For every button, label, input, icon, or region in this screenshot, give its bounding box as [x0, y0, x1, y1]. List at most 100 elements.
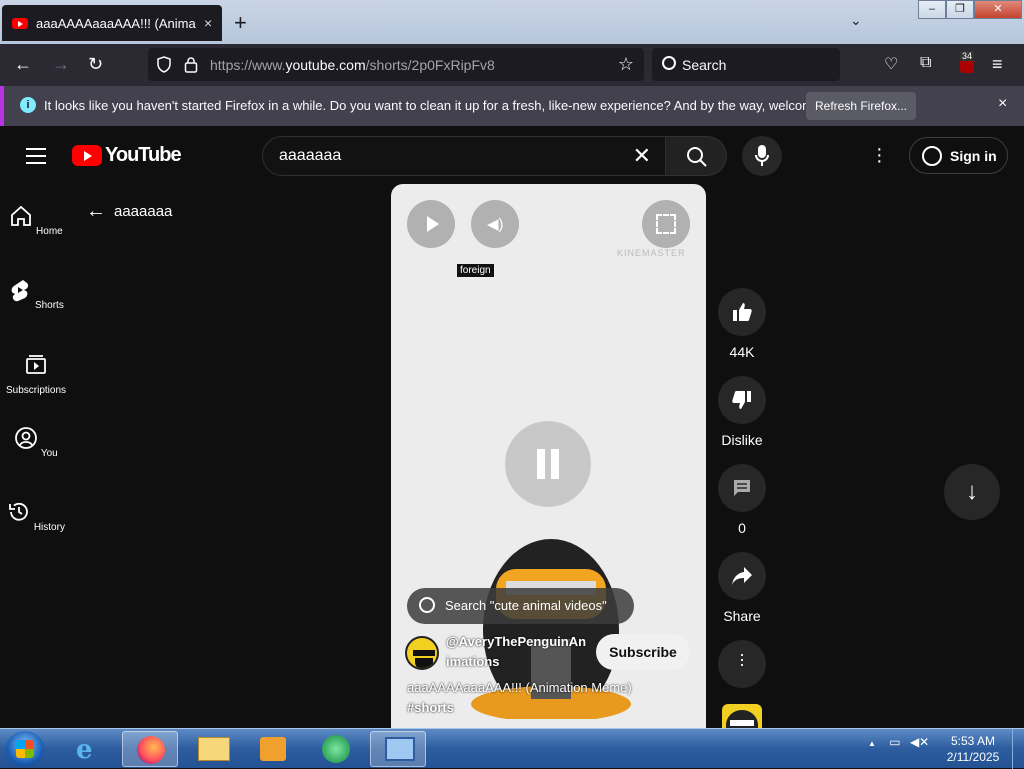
search-icon	[687, 147, 707, 167]
url-bar[interactable]: https://www.youtube.com/shorts/2p0FxRipF…	[148, 48, 644, 81]
suggested-search-pill[interactable]: Search "cute animal videos"	[407, 588, 634, 624]
forward-icon[interactable]: →	[52, 54, 70, 75]
search-bar-placeholder: Search	[682, 56, 727, 73]
dislike-action[interactable]: Dislike	[718, 376, 766, 448]
sound-thumbnail[interactable]	[722, 704, 762, 728]
voice-search-button[interactable]	[742, 136, 782, 176]
search-query-text: aaaaaaa	[279, 147, 342, 164]
menu-icon[interactable]: ≡	[992, 54, 1003, 75]
youtube-logo[interactable]: YouTube	[72, 144, 182, 167]
like-action[interactable]: 44K	[718, 288, 766, 360]
new-tab-button[interactable]: +	[234, 10, 247, 36]
taskbar-file-explorer[interactable]	[186, 731, 242, 767]
more-options-button[interactable]: · · ·	[718, 640, 766, 688]
windows-logo-icon	[16, 740, 34, 758]
sidebar-item-history[interactable]: History	[0, 500, 72, 533]
volume-muted-icon[interactable]: ◀✕	[910, 735, 929, 749]
taskbar-media-center[interactable]	[308, 731, 364, 767]
fullscreen-button[interactable]	[642, 200, 690, 248]
browser-tab[interactable]: aaaAAAAaaaAAA!!! (Animation ×	[2, 5, 222, 41]
tab-title: aaaAAAAaaaAAA!!! (Animation	[36, 15, 196, 31]
sign-in-button[interactable]: Sign in	[909, 137, 1008, 174]
home-icon	[11, 205, 32, 226]
channel-avatar[interactable]	[405, 636, 439, 670]
folder-icon	[198, 737, 230, 761]
system-clock[interactable]: 5:53 AM 2/11/2025	[940, 733, 1006, 765]
taskbar-remote-desktop[interactable]	[370, 731, 426, 767]
taskbar-media-player[interactable]	[246, 731, 302, 767]
media-center-icon	[322, 735, 350, 763]
channel-name[interactable]: @AveryThePenguinAn imations	[446, 632, 590, 672]
comments-button[interactable]	[718, 464, 766, 512]
search-bar[interactable]: Search	[652, 48, 840, 81]
firefox-refresh-notification: i It looks like you haven't started Fire…	[0, 86, 1024, 126]
dislike-label: Dislike	[721, 432, 763, 448]
comments-action[interactable]: 0	[718, 464, 766, 536]
sidebar-item-shorts[interactable]: Shorts	[0, 278, 72, 311]
extensions-icon[interactable]: ⧉	[920, 54, 931, 72]
share-action[interactable]: Share	[718, 552, 766, 624]
close-window-button[interactable]: ✕	[974, 0, 1022, 19]
network-icon[interactable]: ▭	[889, 735, 900, 749]
account-icon	[922, 146, 942, 166]
pause-overlay-icon[interactable]	[505, 421, 591, 507]
start-button[interactable]	[6, 731, 44, 767]
notification-text: It looks like you haven't started Firefo…	[44, 98, 855, 113]
arrow-down-icon: ↓	[966, 478, 978, 505]
video-title[interactable]: aaaAAAAaaaAAA!!! (Animation Meme)	[407, 680, 632, 695]
back-query-label: aaaaaaa	[114, 203, 173, 220]
dislike-button[interactable]	[718, 376, 766, 424]
show-hidden-icons-button[interactable]: ▲	[868, 739, 876, 748]
hashtag-link[interactable]: #shorts	[407, 700, 454, 715]
back-to-search-button[interactable]: ← aaaaaaa	[86, 200, 172, 223]
minimize-button[interactable]: –	[918, 0, 946, 19]
sidebar-label: Home	[36, 226, 63, 237]
tab-close-icon[interactable]: ×	[204, 15, 212, 31]
more-actions[interactable]: · · ·	[718, 640, 766, 696]
bookmark-star-icon[interactable]: ☆	[618, 54, 634, 75]
maximize-button[interactable]: ❐	[946, 0, 974, 19]
sidebar-label: History	[33, 522, 65, 533]
thumbs-down-icon	[732, 391, 751, 409]
fullscreen-icon	[656, 214, 676, 234]
sidebar-item-subscriptions[interactable]: Subscriptions	[0, 352, 72, 396]
notification-close-icon[interactable]: ×	[998, 95, 1007, 113]
refresh-firefox-button[interactable]: Refresh Firefox...	[806, 92, 916, 120]
volume-button[interactable]: ◀)	[471, 200, 519, 248]
window-controls: – ❐ ✕	[918, 0, 1022, 19]
comment-count: 0	[738, 520, 746, 536]
reload-icon[interactable]: ↻	[88, 54, 103, 75]
lock-icon[interactable]	[184, 56, 198, 73]
show-desktop-button[interactable]	[1012, 729, 1024, 769]
sidebar-label: Shorts	[34, 300, 64, 311]
info-icon: i	[20, 97, 36, 113]
sidebar-label: Subscriptions	[5, 385, 67, 396]
sidebar-item-home[interactable]: Home	[0, 204, 72, 237]
guide-menu-icon[interactable]	[26, 148, 46, 169]
youtube-page: YouTube aaaaaaa ✕ · · · Sign in Home Short…	[0, 126, 1024, 728]
back-icon[interactable]: ←	[14, 54, 32, 75]
clear-search-icon[interactable]: ✕	[633, 137, 651, 175]
taskbar-internet-explorer[interactable]: e	[62, 731, 118, 767]
play-button[interactable]	[407, 200, 455, 248]
sidebar-item-you[interactable]: You	[0, 426, 72, 459]
taskbar-firefox[interactable]	[122, 731, 178, 767]
youtube-search-input[interactable]: aaaaaaa ✕	[262, 136, 666, 176]
youtube-search-button[interactable]	[665, 136, 727, 176]
share-button[interactable]	[718, 552, 766, 600]
pocket-icon[interactable]: ♡	[884, 54, 898, 74]
youtube-favicon-icon	[12, 17, 28, 29]
subscribe-button[interactable]: Subscribe	[596, 634, 690, 670]
subscriptions-icon	[26, 355, 46, 374]
settings-menu-icon[interactable]: · · ·	[876, 139, 883, 171]
shorts-video-player[interactable]: ◀) foreign KINEMASTER Search "cute anima…	[391, 184, 706, 728]
tracking-protection-icon[interactable]	[156, 56, 172, 73]
next-video-button[interactable]: ↓	[944, 464, 1000, 520]
list-all-tabs-button[interactable]: ⌄	[850, 12, 862, 29]
ublock-icon[interactable]: 34	[958, 51, 978, 75]
sign-in-label: Sign in	[950, 147, 997, 164]
youtube-logo-text: YouTube	[105, 144, 182, 166]
like-button[interactable]	[718, 288, 766, 336]
windows-taskbar: e ▲ ▭ ◀✕ 5:53 AM 2/11/2025	[0, 728, 1024, 769]
navigation-toolbar: ← → ↻ https://www.youtube.com/shorts/2p0…	[0, 44, 1024, 86]
